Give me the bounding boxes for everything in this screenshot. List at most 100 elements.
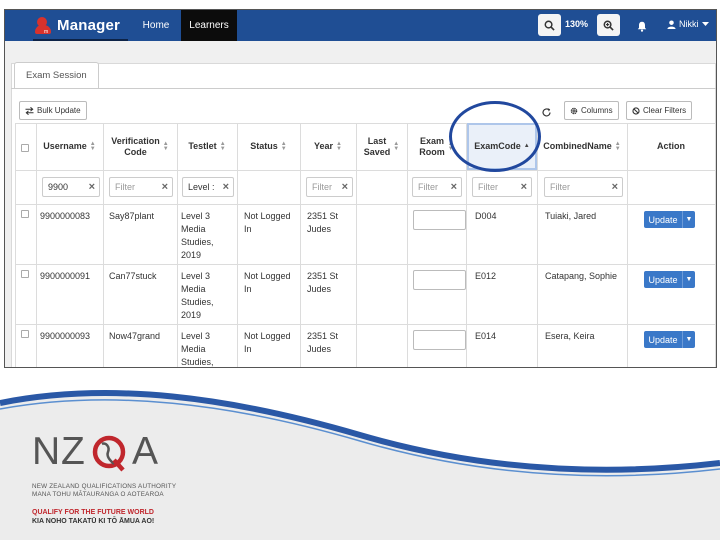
- caret-down-icon: [701, 21, 709, 26]
- nzqa-q-icon: [92, 435, 126, 472]
- year-cell: 2351 St Judes: [307, 331, 339, 354]
- exam-room-filter-placeholder: Filter: [418, 182, 438, 192]
- caret-down-icon[interactable]: ▼: [682, 211, 695, 228]
- notifications-bell-icon[interactable]: [637, 19, 647, 37]
- testlet-filter-select[interactable]: Level : ×: [182, 177, 234, 197]
- column-header-action: Action: [627, 123, 715, 170]
- combined-name-filter-input[interactable]: Filter ×: [544, 177, 623, 197]
- exam-code-filter-placeholder: Filter: [478, 182, 498, 192]
- update-label: Update: [648, 214, 678, 225]
- column-header-verification-code[interactable]: Verification Code ▲ ▼: [103, 123, 177, 170]
- exam-code-cell: D004: [475, 211, 497, 221]
- clear-filters-button[interactable]: Clear Filters: [626, 101, 693, 120]
- column-header-label: Last Saved: [363, 135, 391, 157]
- highlight-annotation: [449, 101, 541, 172]
- combined-name-cell: Esera, Keira: [545, 331, 595, 341]
- update-button[interactable]: Update ▼: [644, 271, 695, 288]
- sort-icon: ▲ ▼: [336, 140, 342, 152]
- user-icon: [667, 19, 676, 29]
- zoom-in-button[interactable]: [597, 14, 620, 36]
- row-checkbox[interactable]: [21, 330, 29, 338]
- year-filter-input[interactable]: Filter ×: [306, 177, 353, 197]
- exam-room-input[interactable]: [413, 270, 466, 290]
- select-all-checkbox[interactable]: [21, 144, 29, 152]
- caret-down-icon[interactable]: ▼: [682, 331, 695, 348]
- year-filter-placeholder: Filter: [312, 182, 332, 192]
- columns-button[interactable]: Columns: [564, 101, 619, 120]
- user-menu[interactable]: Nikki: [667, 19, 709, 29]
- exam-room-input[interactable]: [413, 330, 466, 350]
- clear-filter-icon[interactable]: ×: [521, 178, 527, 196]
- brand[interactable]: m Manager: [35, 13, 120, 38]
- bulk-update-button[interactable]: Bulk Update: [19, 101, 87, 120]
- exam-code-cell: E012: [475, 271, 497, 281]
- verification-filter-input[interactable]: Filter ×: [109, 177, 173, 197]
- bulk-update-label: Bulk Update: [37, 106, 81, 115]
- update-label: Update: [648, 334, 678, 345]
- column-header-label: Username: [43, 141, 87, 151]
- username-cell: 9900000083: [40, 211, 91, 221]
- clear-filters-label: Clear Filters: [643, 106, 687, 115]
- tab-exam-session[interactable]: Exam Session: [14, 62, 99, 89]
- exam-room-input[interactable]: [413, 210, 466, 230]
- refresh-button[interactable]: [538, 103, 554, 122]
- grid-line: [15, 264, 716, 265]
- nzqa-tagline-en: NEW ZEALAND QUALIFICATIONS AUTHORITY: [32, 483, 177, 490]
- column-header-combined-name[interactable]: CombinedName ▲ ▼: [537, 123, 627, 170]
- gear-icon: [570, 107, 578, 114]
- clear-filter-icon[interactable]: ×: [162, 178, 168, 196]
- zoom-level: 130%: [565, 19, 589, 29]
- nav-tab-home[interactable]: Home: [133, 10, 179, 41]
- nzqa-slogan-mi: KIA NOHO TAKATŪ KI TŌ ĀMUA AO!: [32, 518, 155, 525]
- verification-code-cell: Can77stuck: [109, 271, 157, 281]
- zoom-out-button[interactable]: [538, 14, 561, 36]
- nav-tab-learners[interactable]: Learners: [181, 10, 237, 41]
- clear-filter-icon[interactable]: ×: [223, 178, 229, 196]
- clear-filter-icon[interactable]: ×: [342, 178, 348, 196]
- sort-icon: ▲ ▼: [393, 140, 400, 152]
- logo-letter: N: [32, 430, 61, 473]
- navbar: m Manager Home Learners 130% Nikki: [5, 10, 716, 41]
- row-checkbox[interactable]: [21, 270, 29, 278]
- nzqa-slogan-en: QUALIFY FOR THE FUTURE WORLD: [32, 509, 154, 516]
- grid-line: [15, 324, 716, 325]
- exam-code-cell: E014: [475, 331, 497, 341]
- sort-icon: ▲ ▼: [614, 140, 621, 152]
- caret-down-icon[interactable]: ▼: [682, 271, 695, 288]
- column-header-username[interactable]: Username ▲ ▼: [36, 123, 103, 170]
- verification-code-cell: Now47grand: [109, 331, 161, 341]
- combined-name-cell: Tuiaki, Jared: [545, 211, 597, 221]
- column-header-label: Year: [314, 141, 334, 151]
- year-cell: 2351 St Judes: [307, 271, 339, 294]
- combined-name-cell: Catapang, Sophie: [545, 271, 618, 281]
- ban-icon: [632, 106, 640, 115]
- column-header-testlet[interactable]: Testlet ▲ ▼: [177, 123, 237, 170]
- sort-icon: ▲ ▼: [162, 140, 169, 152]
- exam-code-filter-input[interactable]: Filter ×: [472, 177, 532, 197]
- clear-filter-icon[interactable]: ×: [89, 178, 95, 196]
- update-button[interactable]: Update ▼: [644, 211, 695, 228]
- testlet-cell: Level 3MediaStudies,2019: [181, 271, 214, 320]
- status-cell: Not Logged In: [244, 331, 291, 354]
- testlet-cell: Level 3MediaStudies,2019: [181, 331, 214, 367]
- update-button[interactable]: Update ▼: [644, 331, 695, 348]
- column-header-label: CombinedName: [543, 141, 612, 151]
- column-header-last-saved[interactable]: Last Saved ▲ ▼: [356, 123, 407, 170]
- tab-divider: [11, 88, 716, 89]
- clear-filter-icon[interactable]: ×: [612, 178, 618, 196]
- exchange-icon: [25, 106, 34, 115]
- column-header-status[interactable]: Status ▲ ▼: [237, 123, 300, 170]
- column-header-year[interactable]: Year ▲ ▼: [300, 123, 356, 170]
- content-area: Exam Session Bulk Update Columns Clear F…: [5, 41, 716, 367]
- column-header-label: Testlet: [188, 141, 217, 151]
- column-header-label: Action: [657, 141, 685, 151]
- username-filter-value: 9900: [48, 182, 69, 192]
- row-checkbox[interactable]: [21, 210, 29, 218]
- exam-room-filter-input[interactable]: Filter ×: [412, 177, 462, 197]
- user-name: Nikki: [679, 19, 699, 29]
- username-cell: 9900000093: [40, 331, 91, 341]
- clear-filter-icon[interactable]: ×: [451, 178, 457, 196]
- logo-letter: Z: [61, 430, 85, 473]
- username-filter-input[interactable]: 9900 ×: [42, 177, 100, 197]
- status-cell: Not Logged In: [244, 211, 291, 234]
